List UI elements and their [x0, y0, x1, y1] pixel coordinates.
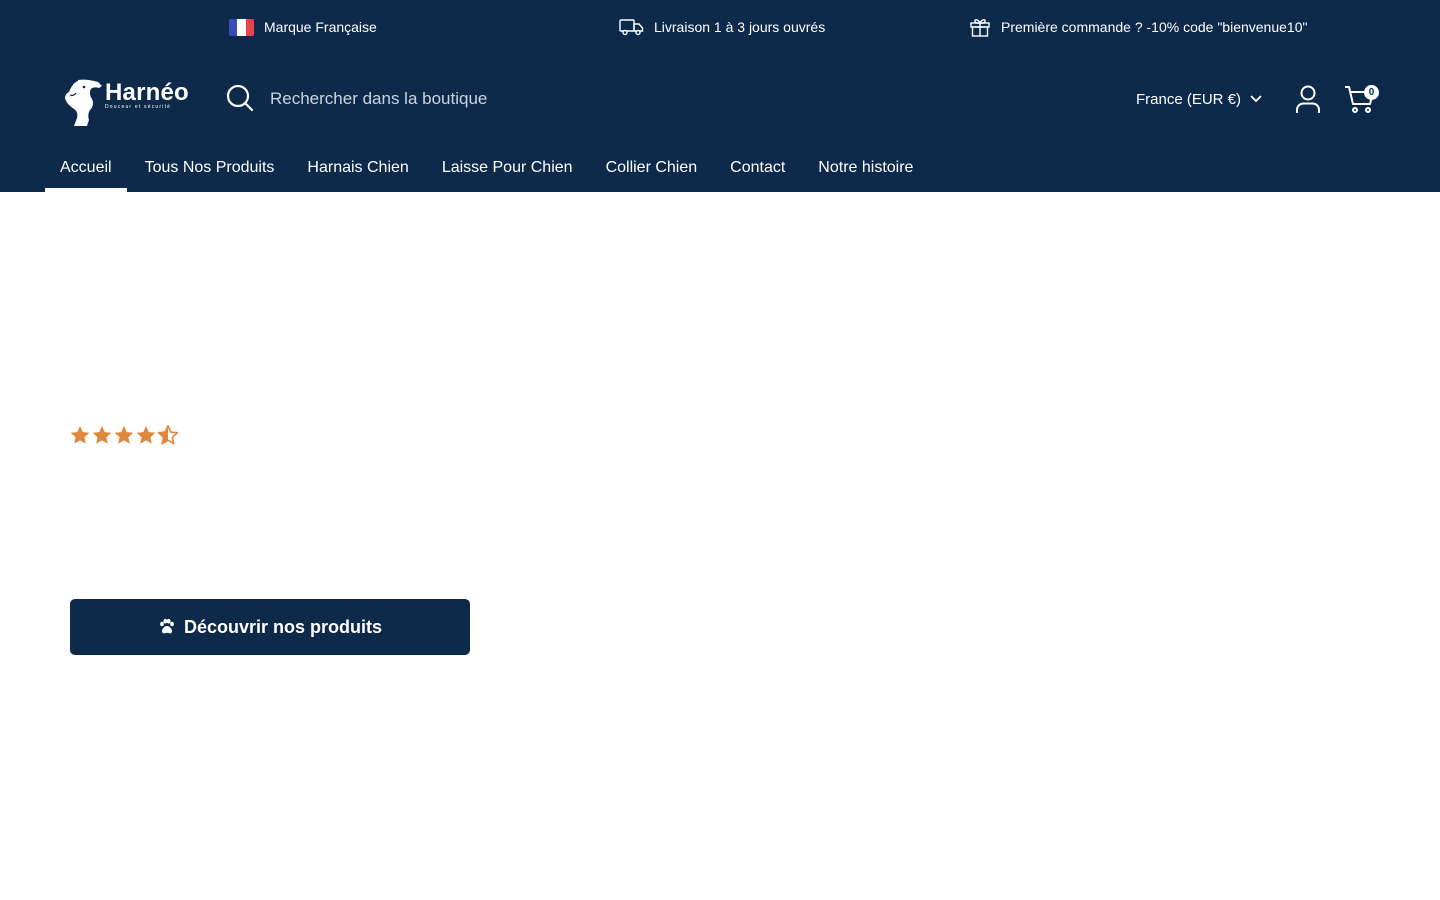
country-currency-selector[interactable]: France (EUR €) — [1136, 84, 1263, 114]
gift-icon — [970, 19, 990, 37]
dog-head-logo-icon — [65, 79, 102, 126]
nav-item-contact[interactable]: Contact — [715, 144, 800, 192]
delivery-truck-icon — [619, 19, 644, 36]
discover-products-button[interactable]: Découvrir nos produits — [70, 599, 470, 655]
announcement-item-promo: Première commande ? -10% code "bienvenue… — [969, 0, 1307, 54]
nav-item-accueil[interactable]: Accueil — [45, 144, 127, 192]
site-header: Harnéo Douceur et sécurité France (EUR €… — [0, 54, 1440, 144]
half-star-icon — [157, 425, 179, 445]
nav-item-notre-histoire[interactable]: Notre histoire — [803, 144, 928, 192]
announcement-text: Marque Française — [264, 19, 377, 35]
brand-logo[interactable]: Harnéo Douceur et sécurité — [64, 78, 194, 126]
main-nav: Accueil Tous Nos Produits Harnais Chien … — [0, 144, 1440, 192]
star-icon — [114, 425, 134, 444]
announcement-bar: Marque Française Livraison 1 à 3 jours o… — [0, 0, 1440, 54]
announcement-text: Première commande ? -10% code "bienvenue… — [1001, 19, 1308, 35]
star-icon — [70, 425, 90, 444]
nav-item-laisse-pour-chien[interactable]: Laisse Pour Chien — [427, 144, 588, 192]
search-input[interactable] — [270, 84, 690, 114]
announcement-item-delivery: Livraison 1 à 3 jours ouvrés — [619, 0, 825, 54]
nav-item-harnais-chien[interactable]: Harnais Chien — [292, 144, 423, 192]
nav-item-collier-chien[interactable]: Collier Chien — [591, 144, 713, 192]
cart-count-badge: 0 — [1364, 85, 1379, 100]
chevron-down-icon — [1250, 95, 1262, 103]
star-icon — [136, 425, 156, 444]
cta-label: Découvrir nos produits — [183, 616, 383, 637]
search-icon[interactable] — [226, 84, 254, 112]
paw-icon — [160, 618, 174, 634]
account-icon[interactable] — [1294, 84, 1322, 114]
country-label: France (EUR €) — [1136, 90, 1242, 108]
star-icon — [92, 425, 112, 444]
french-flag-icon — [229, 18, 254, 36]
rating-stars — [69, 424, 179, 446]
announcement-item-brand: Marque Française — [229, 0, 377, 54]
nav-item-tous-nos-produits[interactable]: Tous Nos Produits — [130, 144, 290, 192]
announcement-text: Livraison 1 à 3 jours ouvrés — [654, 19, 826, 35]
